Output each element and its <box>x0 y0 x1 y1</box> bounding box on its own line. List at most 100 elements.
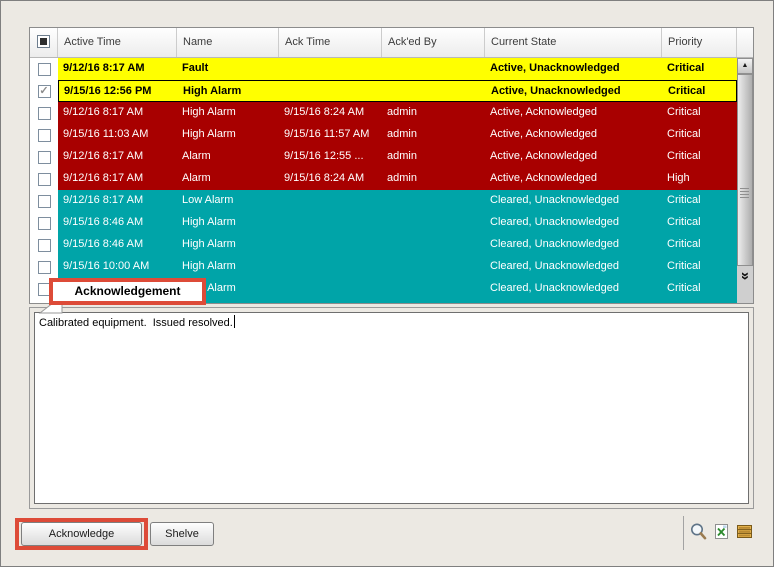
col-header-current-state[interactable]: Current State <box>485 28 662 57</box>
cell-ack-time: 9/15/16 12:55 ... <box>284 150 364 162</box>
row-checkbox[interactable]: ✓ <box>37 84 51 98</box>
cell-priority: Critical <box>667 260 701 272</box>
cell-current-state: Cleared, Unacknowledged <box>490 282 620 294</box>
cell-ack-time <box>279 190 382 212</box>
scroll-up-arrow-icon[interactable]: ▲ <box>737 58 753 74</box>
cell-name: High Alarm <box>183 85 242 97</box>
cell-name: Fault <box>182 62 209 74</box>
acknowledgement-tooltip: Acknowledgement <box>49 278 206 305</box>
cell-priority: Critical <box>667 282 701 294</box>
cell-ack-time <box>279 256 382 278</box>
cell-current-state: Active, Unacknowledged <box>491 85 621 97</box>
row-checkbox[interactable] <box>37 172 51 186</box>
cell-active-time: 9/12/16 8:17 AM <box>63 150 144 162</box>
cell-active-time: 9/15/16 12:56 PM <box>64 85 152 97</box>
cell-ack-time <box>279 234 382 256</box>
cell-current-state: Active, Unacknowledged <box>490 62 620 74</box>
cell-current-state: Cleared, Unacknowledged <box>490 216 620 228</box>
cell-current-state: Cleared, Unacknowledged <box>490 194 620 206</box>
cell-acked-by <box>382 58 485 80</box>
cell-name: Low Alarm <box>182 194 234 206</box>
cell-ack-time: 9/15/16 8:24 AM <box>284 172 365 184</box>
cell-acked-by <box>382 212 485 234</box>
cell-priority: Critical <box>667 194 701 206</box>
col-header-acked-by[interactable]: Ack'ed By <box>382 28 485 57</box>
cell-acked-by: admin <box>387 106 417 118</box>
footer-divider <box>683 516 684 550</box>
table-row[interactable]: 9/12/16 8:17 AM High Alarm 9/15/16 8:24 … <box>30 102 737 124</box>
cell-priority: Critical <box>667 62 705 74</box>
acknowledge-button[interactable]: Acknowledge <box>21 522 142 546</box>
row-checkbox[interactable] <box>37 260 51 274</box>
more-rows-below-icon[interactable]: » <box>737 264 754 288</box>
shelve-button[interactable]: Shelve <box>150 522 214 546</box>
cell-priority: Critical <box>667 128 701 140</box>
cell-name: Alarm <box>182 172 211 184</box>
col-header-priority[interactable]: Priority <box>662 28 737 57</box>
table-body: 9/12/16 8:17 AM Fault Active, Unacknowle… <box>30 58 737 303</box>
header-filler <box>737 28 753 57</box>
cell-priority: Critical <box>667 238 701 250</box>
search-icon[interactable] <box>689 522 708 541</box>
cell-priority: Critical <box>667 106 701 118</box>
cell-priority: Critical <box>668 85 706 97</box>
table-row[interactable]: 9/12/16 8:17 AM Fault Active, Unacknowle… <box>30 58 737 80</box>
col-header-active-time[interactable]: Active Time <box>58 28 177 57</box>
cell-active-time: 9/15/16 8:46 AM <box>63 238 144 250</box>
cell-name: Alarm <box>182 150 211 162</box>
scrollbar-grip <box>740 188 749 200</box>
cell-active-time: 9/15/16 11:03 AM <box>63 128 149 140</box>
cell-current-state: Cleared, Unacknowledged <box>490 260 620 272</box>
acknowledgement-notes-input[interactable]: Calibrated equipment. Issued resolved. <box>34 312 749 504</box>
table-row[interactable]: 9/12/16 8:17 AM Alarm 9/15/16 8:24 AM ad… <box>30 168 737 190</box>
table-row[interactable]: 9/15/16 10:00 AM High Alarm Cleared, Una… <box>30 256 737 278</box>
cell-current-state: Active, Acknowledged <box>490 150 598 162</box>
notes-text: Calibrated equipment. Issued resolved. <box>39 317 233 329</box>
cell-active-time: 9/12/16 8:17 AM <box>63 62 145 74</box>
row-checkbox[interactable] <box>37 128 51 142</box>
row-checkbox[interactable] <box>37 216 51 230</box>
cell-ack-time <box>279 278 382 300</box>
cell-priority: High <box>667 172 690 184</box>
cell-active-time: 9/12/16 8:17 AM <box>63 172 144 184</box>
cell-name: High Alarm <box>182 216 236 228</box>
cell-name: High Alarm <box>182 128 236 140</box>
table-row[interactable]: 9/12/16 8:17 AM Alarm 9/15/16 12:55 ... … <box>30 146 737 168</box>
table-row[interactable]: 9/15/16 11:03 AM High Alarm 9/15/16 11:5… <box>30 124 737 146</box>
vertical-scrollbar[interactable]: ▲ » <box>737 58 754 303</box>
cell-ack-time <box>279 212 382 234</box>
cell-ack-time <box>279 58 382 80</box>
table-row[interactable]: 9/12/16 8:17 AM Low Alarm Cleared, Unack… <box>30 190 737 212</box>
table-row-selected[interactable]: ✓ 9/15/16 12:56 PM High Alarm Active, Un… <box>30 80 737 102</box>
row-checkbox[interactable] <box>37 238 51 252</box>
cell-name: High Alarm <box>182 106 236 118</box>
row-checkbox[interactable] <box>37 62 51 76</box>
cell-acked-by <box>383 81 486 101</box>
notes-panel: Calibrated equipment. Issued resolved. <box>29 307 754 509</box>
cell-name: High Alarm <box>182 238 236 250</box>
cell-acked-by: admin <box>387 172 417 184</box>
row-checkbox[interactable] <box>37 194 51 208</box>
cell-ack-time: 9/15/16 11:57 AM <box>284 128 370 140</box>
cell-ack-time: 9/15/16 8:24 AM <box>284 106 365 118</box>
export-icon[interactable] <box>712 522 731 541</box>
cell-ack-time <box>280 81 383 101</box>
table-row[interactable]: 9/15/16 8:46 AM High Alarm Cleared, Unac… <box>30 212 737 234</box>
table-row[interactable]: 9/15/16 8:46 AM High Alarm Cleared, Unac… <box>30 234 737 256</box>
shelf-icon[interactable] <box>735 522 754 541</box>
cell-current-state: Active, Acknowledged <box>490 106 598 118</box>
cell-priority: Critical <box>667 216 701 228</box>
row-checkbox[interactable] <box>37 106 51 120</box>
col-header-name[interactable]: Name <box>177 28 279 57</box>
cell-active-time: 9/15/16 8:46 AM <box>63 216 144 228</box>
cell-active-time: 9/15/16 10:00 AM <box>63 260 150 272</box>
text-caret <box>233 315 235 328</box>
select-all-checkbox[interactable] <box>37 35 50 48</box>
scrollbar-thumb[interactable] <box>737 74 753 266</box>
cell-acked-by: admin <box>387 128 417 140</box>
row-checkbox[interactable] <box>37 150 51 164</box>
cell-acked-by <box>382 278 485 300</box>
col-header-ack-time[interactable]: Ack Time <box>279 28 382 57</box>
cell-acked-by <box>382 256 485 278</box>
alarm-status-window: Active Time Name Ack Time Ack'ed By Curr… <box>0 0 774 567</box>
